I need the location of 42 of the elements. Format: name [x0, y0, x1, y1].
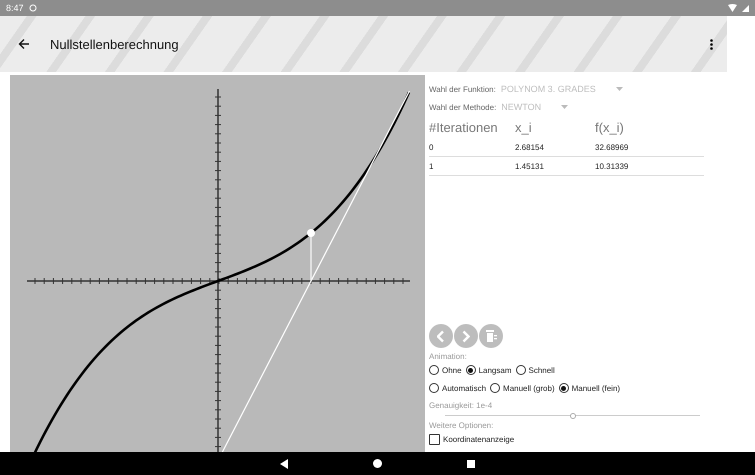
wifi-icon: [728, 4, 737, 12]
table-cell-text: 1: [429, 162, 434, 170]
radio-option[interactable]: Ohne: [429, 365, 462, 375]
radio-option[interactable]: Manuell (grob): [490, 383, 555, 393]
delete-button[interactable]: [479, 324, 503, 348]
radio-option[interactable]: Automatisch: [429, 383, 486, 393]
back-button[interactable]: [429, 324, 453, 348]
table-cell-text: 32.68969: [595, 142, 630, 152]
iteration-point: [307, 229, 315, 237]
radio-option[interactable]: Manuell (fein): [558, 383, 620, 393]
back-arrow-icon[interactable]: [18, 38, 30, 50]
column-header: #Iterationen: [429, 120, 499, 134]
app-title: Nullstellenberechnung: [50, 36, 180, 52]
section-label: Animation:: [429, 352, 468, 361]
drop-line: [310, 234, 312, 281]
column-header: f(x_i): [595, 120, 625, 134]
radio-option[interactable]: Schnell: [516, 365, 555, 375]
slider-thumb[interactable]: [570, 413, 576, 419]
sync-icon: [28, 4, 37, 12]
chevron-right-icon: [462, 330, 470, 342]
table-cell-text: 1.45131: [515, 162, 545, 170]
home-icon[interactable]: [373, 459, 382, 468]
trash-icon: [486, 330, 496, 342]
status-time: 8:47: [6, 3, 24, 13]
checkbox-option[interactable]: Koordinatenanzeige: [429, 434, 514, 444]
recents-icon[interactable]: [467, 460, 475, 468]
chevron-left-icon: [437, 330, 445, 342]
setting-label: Wahl der Funktion:: [429, 84, 496, 94]
caret-icon: [561, 105, 568, 109]
forward-button[interactable]: [454, 324, 478, 348]
caret-icon: [616, 87, 623, 91]
back-icon[interactable]: [280, 458, 288, 468]
table-cell-text: 10.31339: [595, 162, 630, 170]
more-menu-icon[interactable]: [710, 38, 713, 50]
table-cell-text: 0: [429, 142, 434, 152]
column-header: x_i: [515, 120, 533, 134]
accuracy-label: Genauigkeit: 1e-4: [429, 401, 494, 410]
section-label: Weitere Optionen:: [429, 421, 494, 430]
signal-icon: [742, 4, 749, 12]
radio-option[interactable]: Langsam: [466, 365, 512, 375]
table-cell-text: 2.68154: [515, 142, 545, 152]
setting-label: Wahl der Methode:: [429, 102, 496, 112]
